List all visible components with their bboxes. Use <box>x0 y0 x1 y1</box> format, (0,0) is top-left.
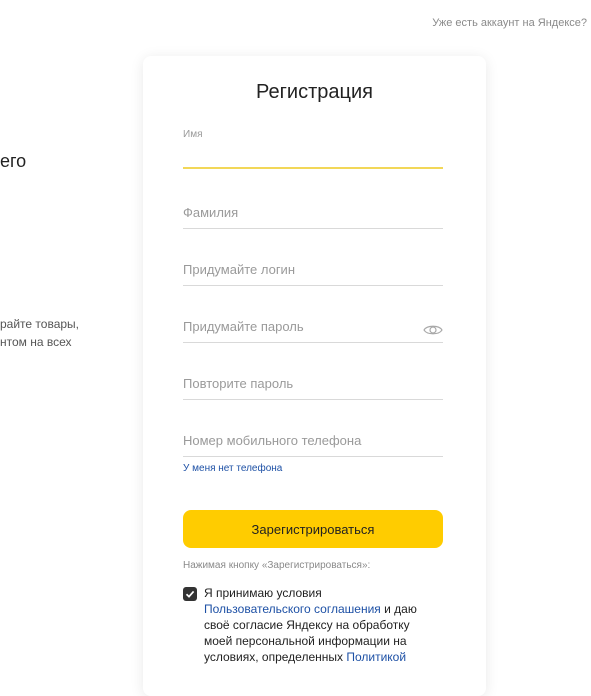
phone-underline <box>183 456 443 457</box>
left-text-fragment: райте товары, нтом на всех <box>0 315 79 351</box>
first-name-label: Имя <box>183 129 203 140</box>
left-heading-fragment: его <box>0 151 27 171</box>
have-account-link[interactable]: Уже есть аккаунт на Яндексе? <box>432 17 587 29</box>
terms-checkbox[interactable] <box>183 587 197 601</box>
login-underline <box>183 285 443 286</box>
terms-note: Нажимая кнопку «Зарегистрироваться»: <box>183 560 371 571</box>
terms-text: Я принимаю условия Пользовательского сог… <box>204 585 439 665</box>
left-text-line-1: райте товары, <box>0 317 80 331</box>
password-underline <box>183 342 443 343</box>
user-agreement-link[interactable]: Пользовательского соглашения <box>204 602 381 616</box>
password-repeat-underline <box>183 399 443 400</box>
password-repeat-field[interactable]: Повторите пароль <box>183 360 443 400</box>
last-name-underline <box>183 228 443 229</box>
no-phone-link[interactable]: У меня нет телефона <box>183 463 282 474</box>
terms-text-1: Я принимаю условия <box>204 586 322 600</box>
privacy-policy-link[interactable]: Политикой <box>346 650 406 664</box>
password-repeat-placeholder: Повторите пароль <box>183 376 294 391</box>
eye-icon[interactable] <box>423 323 443 337</box>
password-placeholder: Придумайте пароль <box>183 319 304 334</box>
phone-placeholder: Номер мобильного телефона <box>183 433 362 448</box>
left-text-line-2: нтом на всех <box>0 335 72 349</box>
registration-card: Регистрация Имя Фамилия Придумайте логин… <box>143 56 486 696</box>
password-field[interactable]: Придумайте пароль <box>183 303 443 343</box>
last-name-field[interactable]: Фамилия <box>183 189 443 229</box>
last-name-placeholder: Фамилия <box>183 205 239 220</box>
phone-field[interactable]: Номер мобильного телефона <box>183 417 443 457</box>
login-placeholder: Придумайте логин <box>183 262 295 277</box>
checkmark-icon <box>185 590 195 598</box>
first-name-field[interactable]: Имя <box>183 129 443 169</box>
login-field[interactable]: Придумайте логин <box>183 246 443 286</box>
first-name-underline <box>183 167 443 169</box>
register-button[interactable]: Зарегистрироваться <box>183 510 443 548</box>
page-title: Регистрация <box>256 81 373 103</box>
